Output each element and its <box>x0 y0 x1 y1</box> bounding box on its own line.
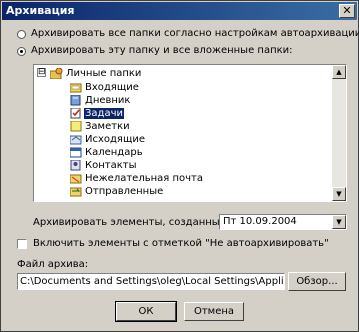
journal-icon <box>70 95 81 106</box>
tree-item-label: Дневник <box>85 95 131 106</box>
include-no-autoarchive-label[interactable]: Включить элементы с отметкой "Не автоарх… <box>33 238 329 249</box>
collapse-icon[interactable]: ⊟ <box>37 68 46 77</box>
radio-archive-all-label[interactable]: Архивировать все папки согласно настройк… <box>31 28 359 39</box>
sent-items-icon <box>70 187 82 197</box>
archive-file-value: C:\Documents and Settings\oleg\Local Set… <box>20 276 284 287</box>
cancel-button[interactable]: Отмена <box>184 302 244 321</box>
notes-icon <box>70 121 82 132</box>
tree-item-label: Задачи <box>84 108 124 119</box>
archive-file-label: Файл архива: <box>17 259 89 270</box>
radio-archive-this-folder-label[interactable]: Архивировать эту папку и все вложенные п… <box>31 45 293 56</box>
tree-item-label: Исходящие <box>85 134 146 145</box>
dropdown-arrow-icon[interactable]: ▼ <box>332 215 346 229</box>
archive-date-value: Пт 10.09.2004 <box>223 216 297 227</box>
radio-archive-this-folder[interactable] <box>17 47 26 56</box>
tree-item-label: Контакты <box>85 160 137 171</box>
inbox-icon <box>70 83 82 93</box>
archive-dialog: Архивация ✕ Архивировать все папки согла… <box>0 0 359 332</box>
tree-item-label: Отправленные <box>85 186 164 197</box>
scroll-up-icon[interactable]: ▲ <box>332 65 346 79</box>
include-no-autoarchive-checkbox[interactable] <box>17 239 27 249</box>
close-button[interactable]: ✕ <box>339 4 355 18</box>
tree-scrollbar[interactable]: ▲ ▼ <box>332 65 346 201</box>
window-title: Архивация <box>6 4 75 17</box>
contacts-icon <box>70 160 81 171</box>
tree-item-label: Входящие <box>85 82 139 93</box>
junk-mail-icon <box>70 174 82 184</box>
archive-before-label: Архивировать элементы, созданные до: <box>33 217 246 228</box>
radio-archive-all[interactable] <box>17 30 26 39</box>
scroll-down-icon[interactable]: ▼ <box>332 187 346 201</box>
tree-item-label: Календарь <box>85 147 143 158</box>
folder-tree[interactable]: ⊟ Личные папки Входящие Дневник Задачи З… <box>33 64 347 202</box>
tree-root-label: Личные папки <box>66 68 142 79</box>
tasks-icon <box>70 108 81 119</box>
calendar-icon <box>70 147 82 158</box>
personal-folders-icon <box>50 68 63 79</box>
ok-button[interactable]: ОК <box>115 301 177 322</box>
outbox-icon <box>70 135 82 145</box>
archive-file-input[interactable]: C:\Documents and Settings\oleg\Local Set… <box>17 273 285 290</box>
browse-button[interactable]: Обзор... <box>288 272 346 291</box>
archive-date-select[interactable]: Пт 10.09.2004 ▼ <box>219 214 347 230</box>
tree-item-label: Заметки <box>85 121 130 132</box>
tree-item-label: Нежелательная почта <box>85 173 203 184</box>
title-bar[interactable]: Архивация ✕ <box>2 2 357 20</box>
